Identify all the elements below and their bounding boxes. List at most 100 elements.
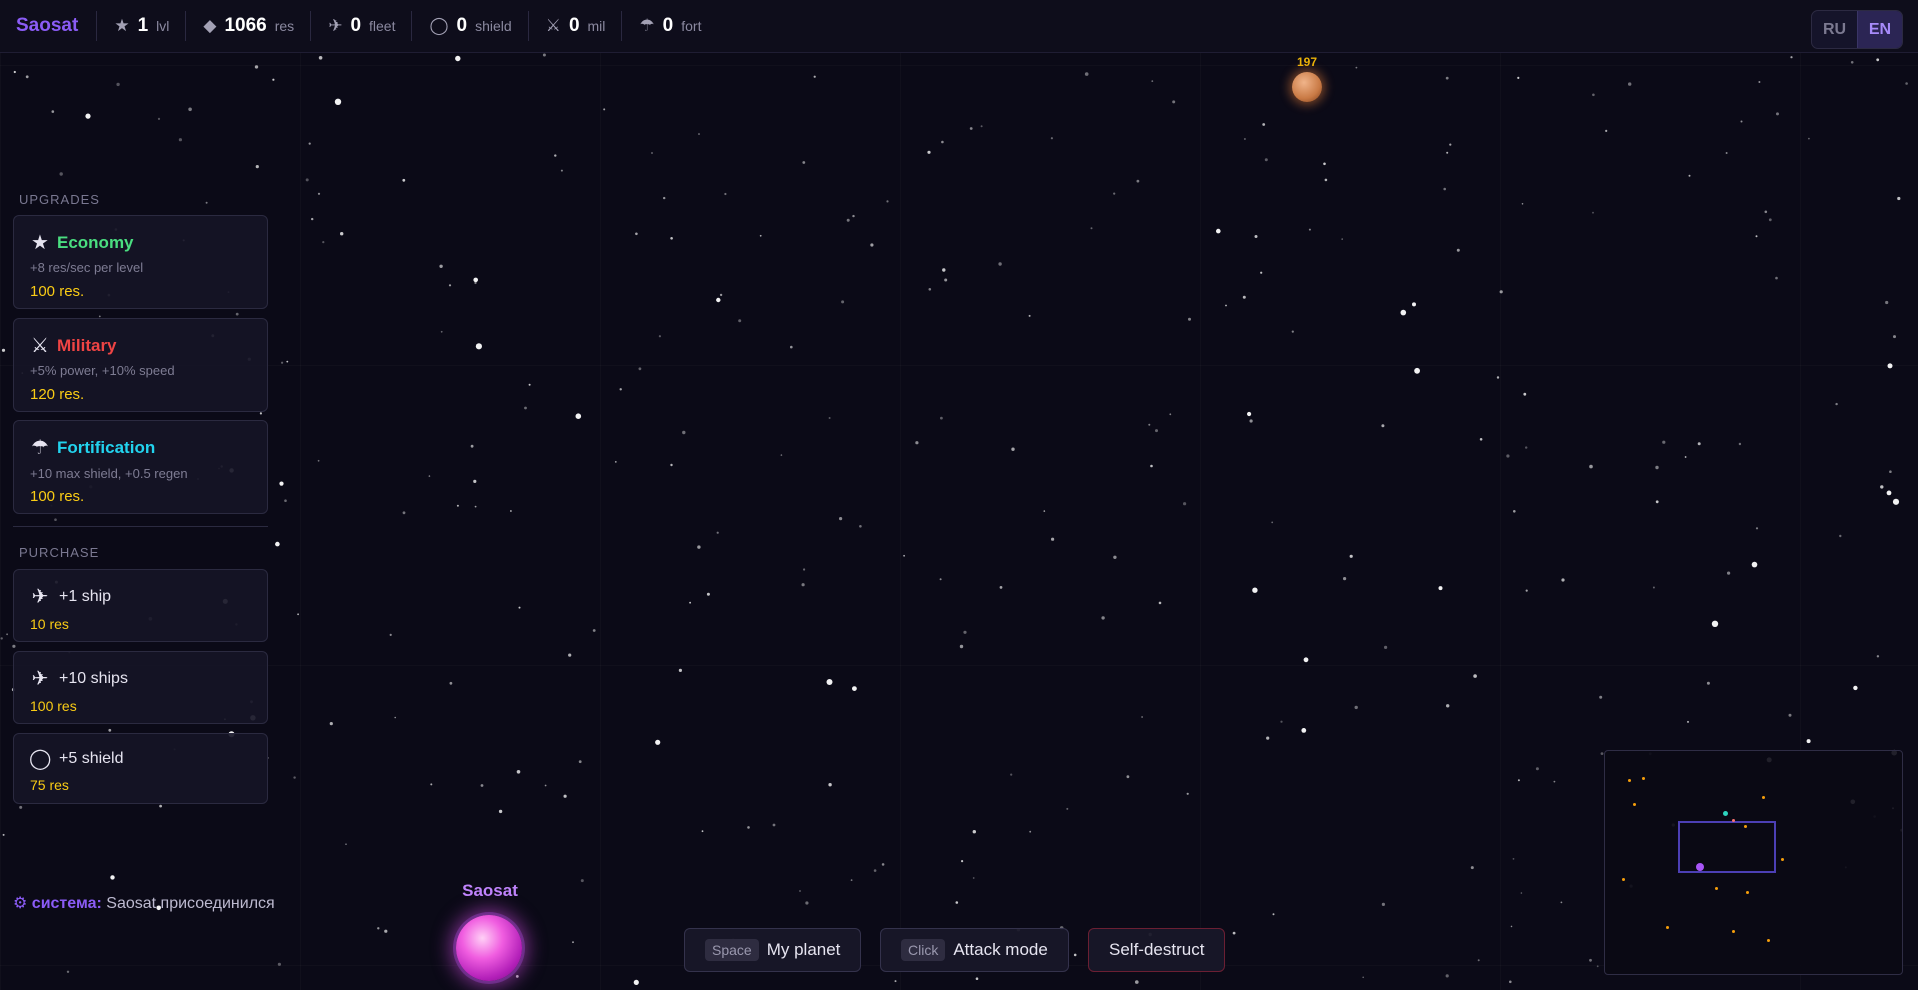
star [1835,402,1838,406]
my-planet-label: Saosat [462,881,518,900]
star [1400,309,1407,316]
star [1260,271,1263,274]
star [846,218,850,222]
star [1525,446,1528,449]
star-icon: ★ [31,232,49,254]
star [13,70,16,74]
upgrade-military-card[interactable]: ⚔ Military +5% power, +10% speed 120 res… [13,318,268,412]
upgrade-economy-card[interactable]: ★ Economy +8 res/sec per level 100 res. [13,215,268,309]
star [1473,674,1477,678]
star [689,601,691,604]
upgrade-military-title: Military [57,335,117,355]
star [473,479,477,483]
star [1561,578,1565,582]
stat-level: ★ 1 lvl [97,11,187,41]
minimap-planet-dot [1761,795,1765,799]
minimap-planet-dot [1743,824,1747,828]
star [19,805,23,809]
self-destruct-button[interactable]: Self-destruct [1088,928,1226,972]
star [828,417,831,419]
star [275,541,280,547]
star [859,525,862,528]
star [944,278,948,282]
star [1301,728,1307,733]
star [1252,587,1258,593]
star [850,879,853,881]
star [272,78,275,81]
my-planet-button[interactable]: Space My planet [684,928,862,972]
star [1790,56,1793,59]
star [1589,958,1592,962]
minimap[interactable] [1604,750,1903,975]
brand-name: Saosat [0,11,98,41]
star [894,980,897,983]
lang-en-button[interactable]: EN [1857,11,1902,48]
star [1050,137,1053,140]
fortification-unit: fort [681,18,702,34]
star [802,161,806,164]
star-icon: ★ [114,16,130,35]
minimap-planet-dot [1632,802,1636,806]
star [318,56,323,60]
star [440,330,443,333]
top-bar: Saosat ★ 1 lvl ◆ 1066 res ✈ 0 fleet ◯ 0 … [0,0,1918,53]
star [1512,858,1515,860]
star [311,217,314,221]
star [969,127,973,130]
star [1711,620,1719,627]
upgrades-heading: UPGRADES [19,192,100,207]
star [1600,752,1604,755]
star [619,388,622,391]
star [66,970,70,973]
star [1596,965,1599,968]
star [439,264,443,268]
star [1066,807,1069,810]
star [51,110,55,113]
star [1885,300,1889,305]
circle-icon: ◯ [29,748,52,770]
my-planet[interactable] [456,915,522,981]
star [255,165,259,169]
star [738,319,742,323]
star [1751,561,1758,568]
star [85,113,91,119]
star [1381,424,1385,428]
star [254,65,259,69]
star [1155,429,1158,433]
star [474,505,477,508]
attack-mode-button[interactable]: Click Attack mode [880,928,1069,972]
purchase-shield-cost: 75 res [30,777,69,793]
star [1850,61,1854,64]
star [682,430,686,435]
enemy-planet[interactable] [1292,72,1322,102]
star [670,237,673,240]
upgrade-fortification-card[interactable]: ☂ Fortification +10 max shield, +0.5 reg… [13,420,268,514]
star [329,722,333,726]
star [670,463,673,467]
star [0,637,3,640]
star [839,517,843,521]
star [724,192,727,196]
star [1291,330,1294,333]
star [1324,178,1328,182]
purchase-shield-card[interactable]: ◯ +5 shield 75 res [13,733,268,804]
star [475,343,482,350]
star [515,975,519,978]
star [1520,892,1523,894]
resources-value: 1066 [224,15,267,36]
star [1362,976,1364,979]
star [1225,304,1227,307]
star [1262,123,1266,126]
purchase-10-ships-card[interactable]: ✈ +10 ships 100 res [13,651,268,724]
lang-ru-button[interactable]: RU [1812,11,1857,48]
minimap-viewport[interactable] [1678,821,1776,873]
star [961,860,964,863]
star [1343,577,1347,581]
star [575,413,582,420]
star [1599,695,1603,699]
star [939,578,942,581]
star [799,890,801,892]
purchase-1-ship-card[interactable]: ✈ +1 ship 10 res [13,569,268,642]
star [12,644,16,648]
star [456,504,459,507]
